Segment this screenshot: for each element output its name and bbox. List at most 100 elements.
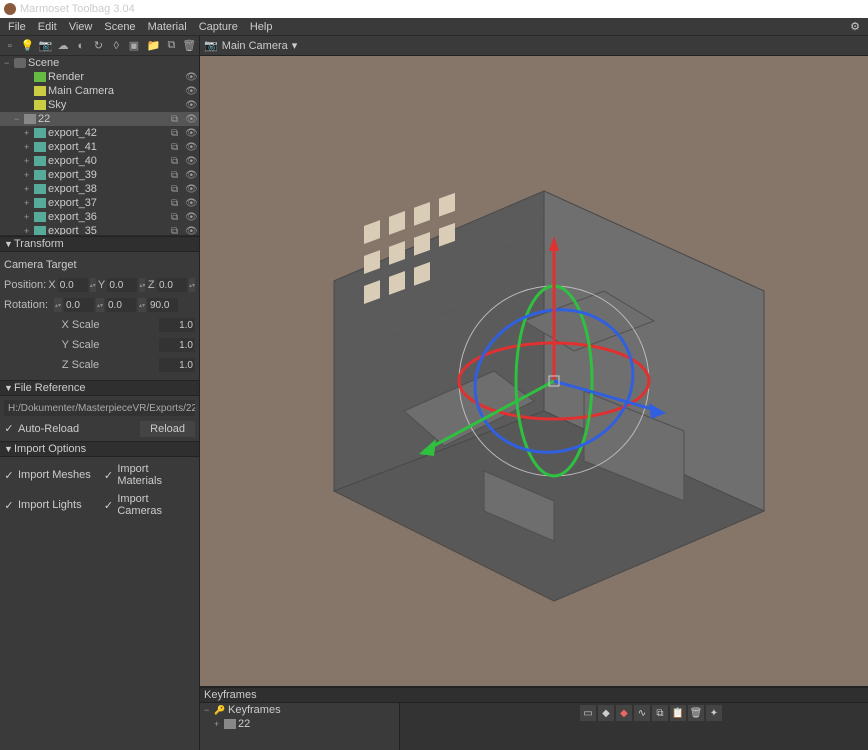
menu-capture[interactable]: Capture: [193, 21, 244, 33]
visibility-icon[interactable]: 👁: [185, 184, 199, 195]
tool-delete-icon[interactable]: 🗑: [181, 38, 197, 54]
visibility-icon[interactable]: 👁: [185, 170, 199, 181]
hierarchy-item[interactable]: Render👁: [0, 70, 199, 84]
expand-icon[interactable]: −: [14, 114, 24, 124]
hierarchy-item[interactable]: +export_37⧉👁: [0, 196, 199, 210]
kf-curve-icon[interactable]: ∿: [634, 705, 650, 721]
expand-icon[interactable]: +: [24, 198, 34, 208]
z-scale-input[interactable]: [159, 358, 195, 372]
settings-icon[interactable]: ⚙: [850, 20, 866, 33]
visibility-icon[interactable]: 👁: [185, 72, 199, 83]
keyframes-item[interactable]: + 22: [200, 717, 399, 731]
fileref-header[interactable]: ▼ File Reference: [0, 380, 199, 396]
duplicate-icon[interactable]: ⧉: [171, 212, 185, 223]
hierarchy-item[interactable]: +export_39⧉👁: [0, 168, 199, 182]
keyframes-row[interactable]: − 🔑 Keyframes: [200, 703, 399, 717]
import-cameras-check[interactable]: ✓Import Cameras: [104, 493, 196, 517]
viewport-camera-label[interactable]: Main Camera: [222, 40, 288, 52]
tool-baker-icon[interactable]: ◊: [108, 38, 124, 54]
keyframes-header[interactable]: Keyframes: [200, 687, 868, 703]
file-path[interactable]: H:/Dokumenter/MasterpieceVR/Exports/22…: [4, 400, 195, 416]
position-z-input[interactable]: [157, 278, 187, 292]
rotation-x-input[interactable]: [64, 298, 94, 312]
menu-view[interactable]: View: [63, 21, 99, 33]
hierarchy-item[interactable]: +export_35⧉👁: [0, 224, 199, 236]
spinner-icon[interactable]: ▴▾: [138, 298, 146, 312]
expand-icon[interactable]: +: [24, 184, 34, 194]
menu-help[interactable]: Help: [244, 21, 279, 33]
expand-icon[interactable]: +: [24, 170, 34, 180]
hierarchy-item[interactable]: +export_38⧉👁: [0, 182, 199, 196]
menu-edit[interactable]: Edit: [32, 21, 63, 33]
menu-material[interactable]: Material: [142, 21, 193, 33]
visibility-icon[interactable]: 👁: [185, 142, 199, 153]
transform-header[interactable]: ▼ Transform: [0, 236, 199, 252]
kf-paste-icon[interactable]: 📋: [670, 705, 686, 721]
hierarchy-item[interactable]: +export_36⧉👁: [0, 210, 199, 224]
kf-autokey-icon[interactable]: ◆: [616, 705, 632, 721]
visibility-icon[interactable]: 👁: [185, 114, 199, 125]
import-lights-check[interactable]: ✓Import Lights: [4, 493, 96, 517]
spinner-icon[interactable]: ▴▾: [139, 278, 145, 292]
hierarchy-item[interactable]: −22⧉👁: [0, 112, 199, 126]
menu-scene[interactable]: Scene: [98, 21, 141, 33]
visibility-icon[interactable]: 👁: [185, 128, 199, 139]
duplicate-icon[interactable]: ⧉: [171, 184, 185, 195]
import-materials-check[interactable]: ✓Import Materials: [104, 463, 196, 487]
visibility-icon[interactable]: 👁: [185, 100, 199, 111]
visibility-icon[interactable]: 👁: [185, 226, 199, 237]
duplicate-icon[interactable]: ⧉: [171, 226, 185, 237]
kf-tool-icon[interactable]: ▭: [580, 705, 596, 721]
timeline[interactable]: ▭ ◆ ◆ ∿ ⧉ 📋 🗑 ✦: [400, 703, 868, 750]
visibility-icon[interactable]: 👁: [185, 156, 199, 167]
kf-settings-icon[interactable]: ✦: [706, 705, 722, 721]
tool-light-icon[interactable]: 💡: [20, 38, 36, 54]
tool-cube-icon[interactable]: ▫: [2, 38, 18, 54]
duplicate-icon[interactable]: ⧉: [171, 142, 185, 153]
expand-icon[interactable]: +: [24, 128, 34, 138]
visibility-icon[interactable]: 👁: [185, 86, 199, 97]
hierarchy-item[interactable]: Main Camera👁: [0, 84, 199, 98]
spinner-icon[interactable]: ▴▾: [189, 278, 195, 292]
expand-icon[interactable]: +: [24, 156, 34, 166]
tool-shadow-icon[interactable]: ◐: [73, 38, 89, 54]
rotation-y-input[interactable]: [106, 298, 136, 312]
tool-folder-icon[interactable]: 📁: [146, 38, 162, 54]
kf-copy-icon[interactable]: ⧉: [652, 705, 668, 721]
dropdown-icon[interactable]: ▾: [292, 39, 298, 52]
collapse-icon[interactable]: −: [204, 705, 214, 715]
x-scale-input[interactable]: [159, 318, 195, 332]
visibility-icon[interactable]: 👁: [185, 212, 199, 223]
duplicate-icon[interactable]: ⧉: [171, 114, 185, 125]
viewport[interactable]: [200, 56, 868, 686]
expand-icon[interactable]: +: [214, 719, 224, 729]
kf-delete-icon[interactable]: 🗑: [688, 705, 704, 721]
tool-group-icon[interactable]: ▣: [126, 38, 142, 54]
expand-icon[interactable]: +: [24, 142, 34, 152]
rotation-z-input[interactable]: [148, 298, 178, 312]
hierarchy-item[interactable]: +export_41⧉👁: [0, 140, 199, 154]
hierarchy-item[interactable]: Sky👁: [0, 98, 199, 112]
tool-turntable-icon[interactable]: ↻: [91, 38, 107, 54]
duplicate-icon[interactable]: ⧉: [171, 198, 185, 209]
auto-reload-check[interactable]: ✓ Auto-Reload: [4, 422, 79, 435]
y-scale-input[interactable]: [159, 338, 195, 352]
tool-duplicate-icon[interactable]: ⧉: [164, 38, 180, 54]
spinner-icon[interactable]: ▴▾: [90, 278, 96, 292]
import-meshes-check[interactable]: ✓Import Meshes: [4, 463, 96, 487]
hierarchy-item[interactable]: +export_42⧉👁: [0, 126, 199, 140]
kf-key-icon[interactable]: ◆: [598, 705, 614, 721]
import-options-header[interactable]: ▼ Import Options: [0, 441, 199, 457]
hierarchy-root[interactable]: − Scene: [0, 56, 199, 70]
expand-icon[interactable]: +: [24, 226, 34, 236]
duplicate-icon[interactable]: ⧉: [171, 170, 185, 181]
position-y-input[interactable]: [107, 278, 137, 292]
duplicate-icon[interactable]: ⧉: [171, 156, 185, 167]
tool-camera-icon[interactable]: 📷: [37, 38, 53, 54]
collapse-icon[interactable]: −: [4, 58, 14, 68]
spinner-icon[interactable]: ▴▾: [54, 298, 62, 312]
tool-fog-icon[interactable]: ☁: [55, 38, 71, 54]
expand-icon[interactable]: +: [24, 212, 34, 222]
position-x-input[interactable]: [58, 278, 88, 292]
spinner-icon[interactable]: ▴▾: [96, 298, 104, 312]
